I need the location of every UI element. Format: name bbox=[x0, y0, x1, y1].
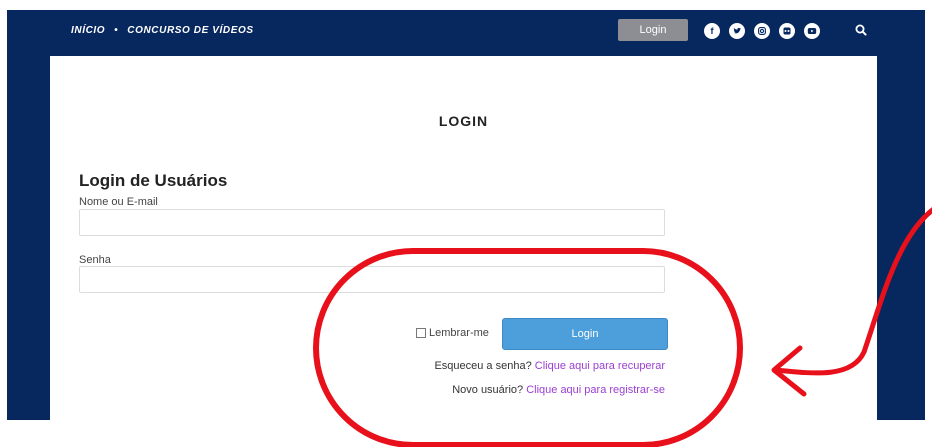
site-frame: INÍCIO • CONCURSO DE VÍDEOS Login f LOGIN … bbox=[7, 10, 925, 430]
register-link[interactable]: Clique aqui para registrar-se bbox=[526, 384, 665, 396]
remember-me-checkbox[interactable] bbox=[416, 328, 426, 338]
login-submit-button[interactable]: Login bbox=[502, 318, 668, 350]
twitter-icon[interactable] bbox=[729, 23, 745, 39]
breadcrumb-home-link[interactable]: INÍCIO bbox=[71, 25, 105, 36]
username-input[interactable] bbox=[79, 209, 665, 236]
flickr-icon[interactable] bbox=[779, 23, 795, 39]
form-heading: Login de Usuários bbox=[79, 171, 228, 190]
breadcrumb-current[interactable]: CONCURSO DE VÍDEOS bbox=[127, 25, 253, 36]
username-label: Nome ou E-mail bbox=[79, 196, 158, 208]
instagram-icon[interactable] bbox=[754, 23, 770, 39]
facebook-icon[interactable]: f bbox=[704, 23, 720, 39]
login-panel: LOGIN Login de Usuários Nome ou E-mail S… bbox=[50, 56, 877, 430]
remember-me-label: Lembrar-me bbox=[429, 327, 489, 339]
page-title: LOGIN bbox=[438, 113, 489, 129]
top-navigation-bar: INÍCIO • CONCURSO DE VÍDEOS Login f bbox=[7, 10, 925, 52]
forgot-password-line: Esqueceu a senha? Clique aqui para recup… bbox=[434, 360, 665, 372]
forgot-password-text: Esqueceu a senha? bbox=[434, 360, 532, 372]
remember-me[interactable]: Lembrar-me bbox=[416, 327, 489, 339]
search-icon[interactable] bbox=[853, 22, 869, 38]
breadcrumb: INÍCIO • CONCURSO DE VÍDEOS bbox=[71, 25, 254, 36]
header-login-button[interactable]: Login bbox=[618, 19, 688, 41]
youtube-icon[interactable] bbox=[804, 23, 820, 39]
forgot-password-link[interactable]: Clique aqui para recuperar bbox=[535, 360, 665, 372]
password-input[interactable] bbox=[79, 266, 665, 293]
register-text: Novo usuário? bbox=[452, 384, 524, 396]
breadcrumb-separator: • bbox=[114, 25, 119, 36]
password-label: Senha bbox=[79, 254, 111, 266]
register-line: Novo usuário? Clique aqui para registrar… bbox=[452, 384, 665, 396]
